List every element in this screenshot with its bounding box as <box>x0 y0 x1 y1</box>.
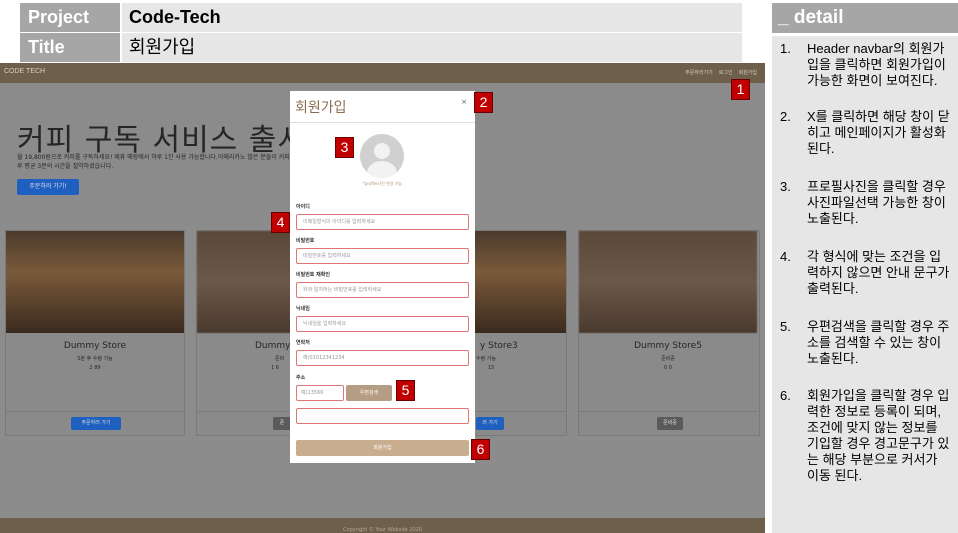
nav-login-link[interactable]: 로그인 <box>719 69 733 76</box>
detail-item: 4. 각 형식에 맞는 조건을 입력하지 않으면 안내 문구가 출력된다. <box>780 249 956 297</box>
spec-title-row: Title 회원가입 <box>20 33 742 62</box>
zip-search-button[interactable]: 우편검색 <box>346 385 392 401</box>
store-preparing-button[interactable]: 준 <box>273 417 291 430</box>
marker-4: 4 <box>271 212 290 233</box>
detail-number: 3. <box>780 179 791 194</box>
marker-1: 1 <box>731 79 750 100</box>
spec-title-value: 회원가입 <box>122 33 742 62</box>
store-status: 준비중 <box>661 356 675 362</box>
detail-text: Header navbar의 회원가입을 클릭하면 회원가입이 가능한 화면이 … <box>807 41 946 88</box>
marker-5: 5 <box>396 380 415 401</box>
spec-project-label: Project <box>20 3 120 32</box>
detail-text: 우편검색을 클릭할 경우 주소를 검색할 수 있는 창이 노출된다. <box>807 319 950 366</box>
signup-submit-button[interactable]: 회원가입 <box>296 440 469 456</box>
store-card-footer: 주문하러 가기 <box>6 411 184 436</box>
marker-2: 2 <box>474 92 493 113</box>
spec-title-label: Title <box>20 33 120 62</box>
nav-order-link[interactable]: 주문하러가기 <box>685 69 713 76</box>
detail-text: 프로필사진을 클릭할 경우 사진파일선택 가능한 창이 노출된다. <box>807 179 946 226</box>
store-card: Dummy Store 5분 후 수령 가능 2 89 주문하러 가기 <box>5 230 185 436</box>
hero-description: 월 19,800원으로 커피를 구독하세요! 제휴 매장에서 하루 1잔 사용 … <box>17 154 314 170</box>
modal-divider <box>290 122 475 123</box>
password-confirm-input[interactable]: 위와 일치하는 비밀번호를 입력하세요 <box>296 282 469 298</box>
signup-modal: 회원가입 × *profile사진 변경 가능 아이디 이메일형식의 아이디를 … <box>290 91 475 463</box>
detail-item: 1. Header navbar의 회원가입을 클릭하면 회원가입이 가능한 화… <box>780 41 956 89</box>
spec-project-row: Project Code-Tech <box>20 3 742 32</box>
store-counts: 2 89 <box>89 365 101 371</box>
page-footer: Copyright © Your Website 2020 <box>0 518 765 533</box>
detail-heading: _ detail <box>772 3 958 33</box>
store-status: 5분 후 수령 가능 <box>77 356 113 362</box>
store-card: Dummy Store5 준비중 0 0 준비중 <box>578 230 760 436</box>
modal-title: 회원가입 <box>295 100 347 116</box>
detail-number: 5. <box>780 319 791 334</box>
phone-label: 연락처 <box>296 340 310 346</box>
store-name: Dummy Store5 <box>634 341 702 351</box>
profile-avatar[interactable] <box>360 134 404 178</box>
phone-input[interactable]: 예)01012341234 <box>296 350 469 366</box>
avatar-head-icon <box>374 143 390 159</box>
store-name: Dummy Store <box>63 341 127 351</box>
address-input[interactable] <box>296 408 469 424</box>
store-image <box>6 231 184 333</box>
detail-item: 3. 프로필사진을 클릭할 경우 사진파일선택 가능한 창이 노출된다. <box>780 179 956 227</box>
password-input[interactable]: 비밀번호를 입력하세요 <box>296 248 469 264</box>
marker-6: 6 <box>471 439 490 460</box>
avatar-body-icon <box>367 161 397 178</box>
spec-project-value: Code-Tech <box>122 3 742 32</box>
brand-logo[interactable]: CODE TECH <box>4 68 45 75</box>
id-input[interactable]: 이메일형식의 아이디를 입력하세요 <box>296 214 469 230</box>
avatar-caption: *profile사진 변경 가능 <box>362 181 403 186</box>
detail-text: X를 클릭하면 해당 창이 닫히고 메인페이지가 활성화 된다. <box>807 109 950 156</box>
password-label: 비밀번호 <box>296 238 315 244</box>
hero-order-button[interactable]: 주문하러 가기! <box>17 179 79 195</box>
store-image <box>579 231 757 333</box>
detail-text: 각 형식에 맞는 조건을 입력하지 않으면 안내 문구가 출력된다. <box>807 249 950 296</box>
store-order-button[interactable]: 러 가기 <box>476 417 504 430</box>
nav-signup-link[interactable]: 회원가입 <box>739 69 757 76</box>
close-icon[interactable]: × <box>461 98 467 106</box>
zip-input[interactable]: 예)13566 <box>296 385 344 401</box>
detail-item: 6. 회원가입을 클릭할 경우 입력한 정보로 등록이 되며, 조건에 맞지 않… <box>780 388 956 484</box>
store-card-footer: 준비중 <box>579 411 757 436</box>
detail-panel: 1. Header navbar의 회원가입을 클릭하면 회원가입이 가능한 화… <box>772 36 958 533</box>
password-confirm-label: 비밀번호 재확인 <box>296 272 330 278</box>
address-label: 주소 <box>296 375 306 381</box>
id-label: 아이디 <box>296 204 310 210</box>
detail-number: 1. <box>780 41 791 56</box>
nav-links: 주문하러가기 로그인 회원가입 <box>685 69 757 76</box>
detail-number: 6. <box>780 388 791 403</box>
store-preparing-button[interactable]: 준비중 <box>657 417 683 430</box>
detail-number: 2. <box>780 109 791 124</box>
app-screenshot: CODE TECH 주문하러가기 로그인 회원가입 커피 구독 서비스 출시! … <box>0 63 765 533</box>
navbar: CODE TECH 주문하러가기 로그인 회원가입 <box>0 63 765 83</box>
detail-text: 회원가입을 클릭할 경우 입력한 정보로 등록이 되며, 조건에 맞지 않는 정… <box>807 388 950 483</box>
marker-3: 3 <box>335 137 354 158</box>
store-order-button[interactable]: 주문하러 가기 <box>71 417 121 430</box>
detail-item: 5. 우편검색을 클릭할 경우 주소를 검색할 수 있는 창이 노출된다. <box>780 319 956 367</box>
nickname-input[interactable]: 닉네임을 입력하세요 <box>296 316 469 332</box>
detail-item: 2. X를 클릭하면 해당 창이 닫히고 메인페이지가 활성화 된다. <box>780 109 956 157</box>
nickname-label: 닉네임 <box>296 306 310 312</box>
detail-number: 4. <box>780 249 791 264</box>
store-counts: 0 0 <box>664 365 672 371</box>
